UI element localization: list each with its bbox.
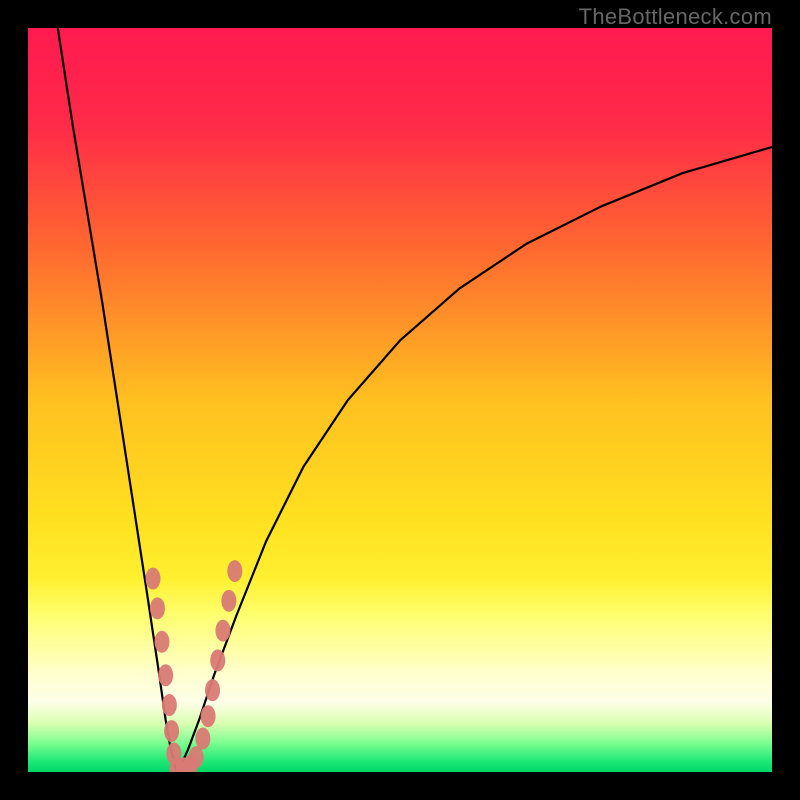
curve-layer bbox=[28, 28, 772, 772]
data-markers bbox=[145, 560, 242, 772]
watermark-text: TheBottleneck.com bbox=[579, 4, 772, 30]
plot-area bbox=[28, 28, 772, 772]
bottleneck-curve bbox=[58, 28, 772, 772]
